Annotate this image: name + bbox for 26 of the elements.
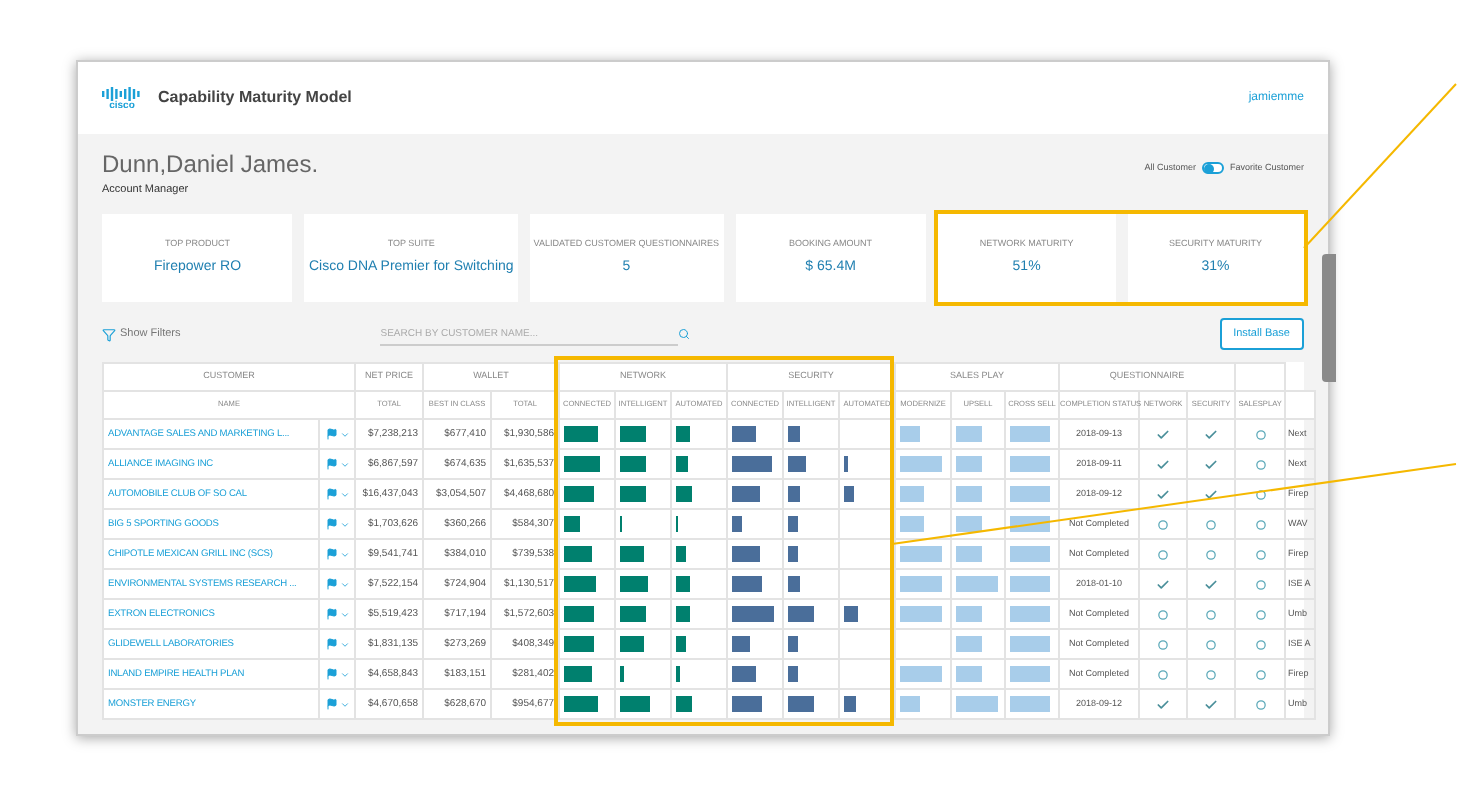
flag-icon[interactable] [325,548,337,561]
flag-icon[interactable] [325,638,337,651]
caret-icon[interactable] [339,519,349,530]
filter-icon [102,327,116,342]
flag-icon[interactable] [325,518,337,531]
flag-icon[interactable] [325,668,337,681]
flag-icon[interactable] [325,428,337,441]
toggle-switch[interactable] [1201,162,1224,175]
flag-icon[interactable] [325,458,337,471]
caret-icon[interactable] [339,639,349,650]
search-icon [678,328,691,341]
caret-icon[interactable] [339,579,349,590]
caret-icon[interactable] [339,699,349,710]
caret-icon[interactable] [339,489,349,500]
flag-icon[interactable] [325,578,337,591]
flag-icon[interactable] [325,608,337,621]
caret-icon[interactable] [339,609,349,620]
flag-icon[interactable] [325,698,337,711]
flag-icon[interactable] [325,488,337,501]
caret-icon[interactable] [339,549,349,560]
logo-icon [102,85,142,101]
app-title: Capability Maturity Model [158,86,352,110]
caret-icon[interactable] [339,669,349,680]
caret-icon[interactable] [339,459,349,470]
caret-icon[interactable] [339,429,349,440]
account-name: Dunn,Daniel James. [102,150,319,180]
